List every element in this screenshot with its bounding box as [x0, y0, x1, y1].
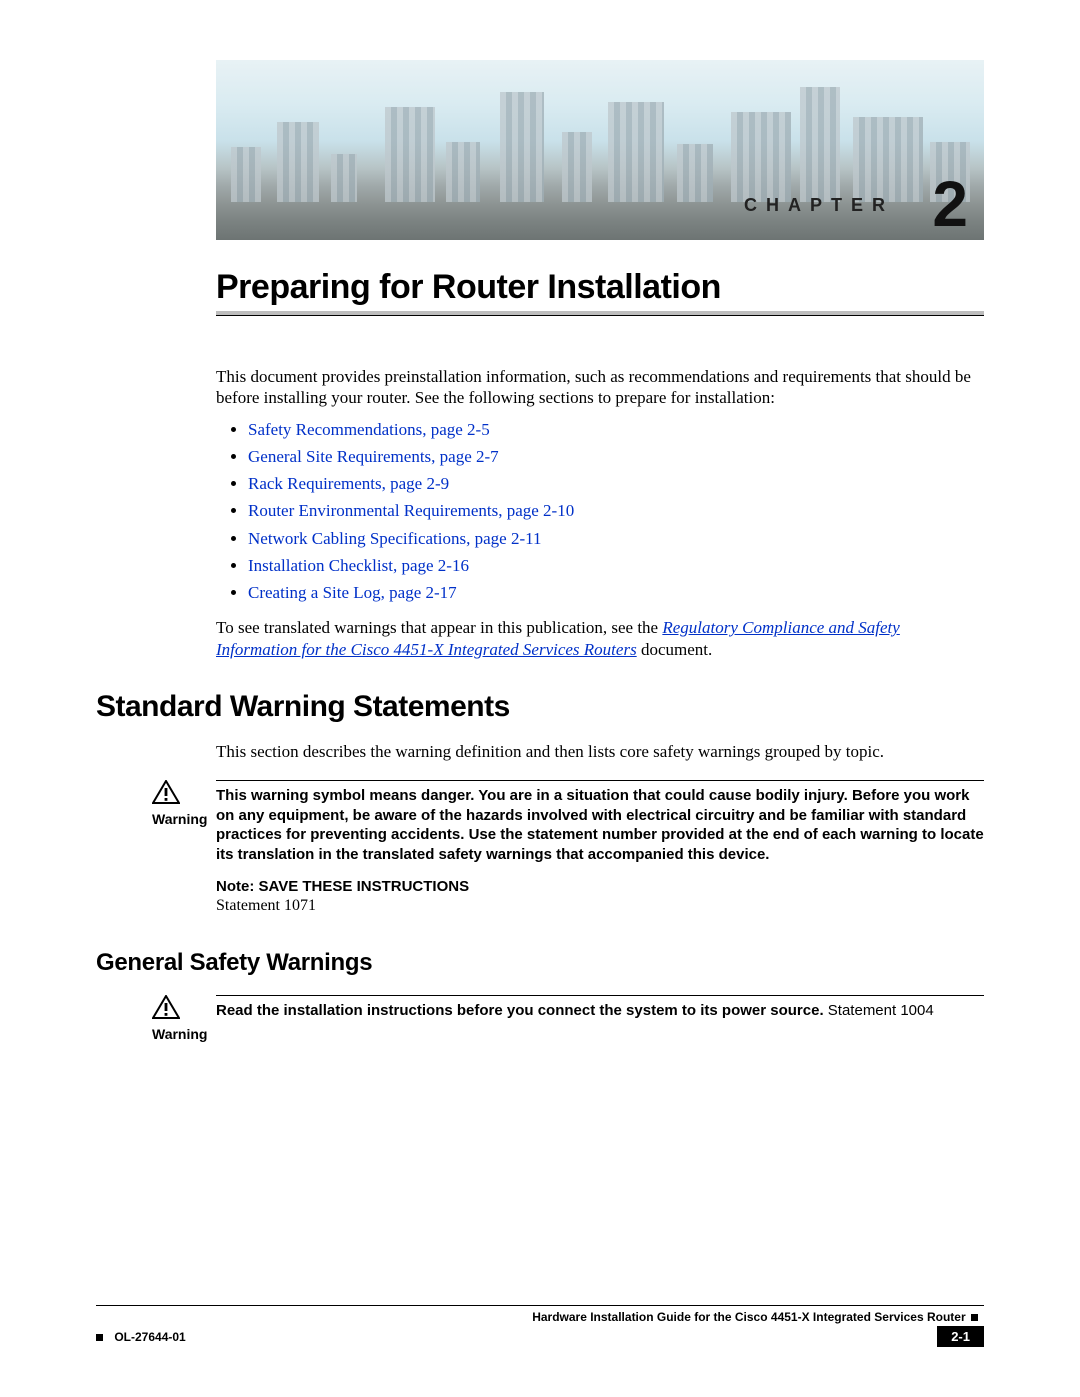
section-lead: This section describes the warning defin… — [216, 741, 984, 762]
toc-list: Safety Recommendations, page 2-5 General… — [216, 419, 984, 604]
toc-link[interactable]: Router Environmental Requirements, page … — [248, 501, 574, 520]
footer-guide-title: Hardware Installation Guide for the Cisc… — [532, 1310, 965, 1324]
page-title: Preparing for Router Installation — [216, 268, 984, 307]
warning-block-1: Warning This warning symbol means danger… — [96, 780, 984, 915]
warning-label: Warning — [152, 811, 216, 827]
warning-text-bold: This warning symbol means danger. You ar… — [216, 787, 984, 863]
warning-icon — [152, 780, 216, 809]
toc-link[interactable]: Safety Recommendations, page 2-5 — [248, 420, 490, 439]
footer-square-icon — [96, 1334, 103, 1341]
warning-text-1: This warning symbol means danger. You ar… — [216, 786, 984, 864]
warning-text-tail: Statement 1004 — [824, 1002, 934, 1019]
warning-text-bold: Read the installation instructions befor… — [216, 1002, 824, 1019]
chapter-label: CHAPTER — [744, 195, 894, 216]
warning-rule — [216, 780, 984, 782]
intro-paragraph: This document provides preinstallation i… — [216, 366, 984, 409]
subsection-heading-general: General Safety Warnings — [96, 949, 984, 977]
chapter-banner: CHAPTER 2 — [216, 60, 984, 240]
toc-link[interactable]: Creating a Site Log, page 2-17 — [248, 583, 457, 602]
title-rule — [216, 311, 984, 316]
toc-link[interactable]: Network Cabling Specifications, page 2-1… — [248, 529, 542, 548]
page-footer: Hardware Installation Guide for the Cisc… — [96, 1305, 984, 1347]
warning-note: Note: SAVE THESE INSTRUCTIONS — [216, 878, 984, 895]
warning-block-2: Warning Read the installation instructio… — [96, 995, 984, 1042]
toc-link[interactable]: Installation Checklist, page 2-16 — [248, 556, 469, 575]
section-heading-warnings: Standard Warning Statements — [96, 690, 984, 724]
warning-icon — [152, 995, 216, 1024]
translated-note: To see translated warnings that appear i… — [216, 617, 984, 660]
chapter-number: 2 — [932, 172, 968, 236]
statement-number: Statement 1071 — [216, 897, 984, 915]
footer-square-icon — [971, 1314, 978, 1321]
warning-text-2: Read the installation instructions befor… — [216, 1001, 984, 1021]
translated-prefix: To see translated warnings that appear i… — [216, 618, 662, 637]
toc-link[interactable]: Rack Requirements, page 2-9 — [248, 474, 449, 493]
warning-rule — [216, 995, 984, 997]
translated-suffix: document. — [637, 640, 713, 659]
page-number-badge: 2-1 — [937, 1326, 984, 1347]
skyline-graphic — [216, 102, 984, 202]
footer-doc-id: OL-27644-01 — [108, 1330, 185, 1344]
toc-link[interactable]: General Site Requirements, page 2-7 — [248, 447, 499, 466]
warning-label: Warning — [152, 1026, 216, 1042]
